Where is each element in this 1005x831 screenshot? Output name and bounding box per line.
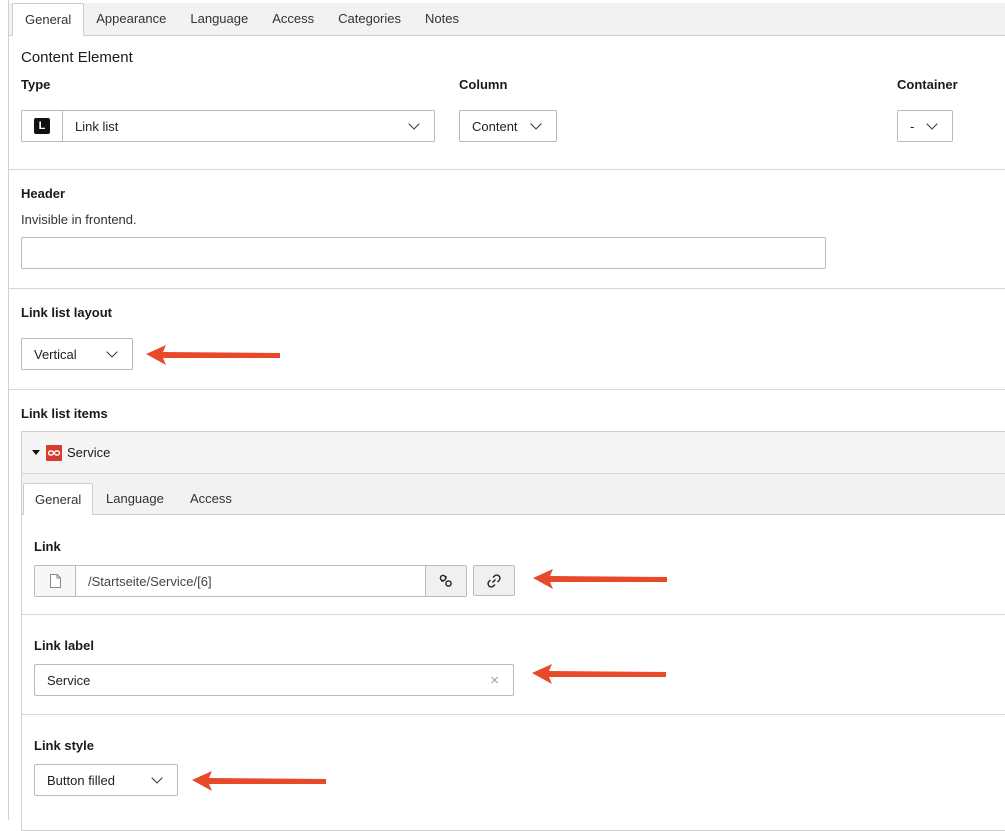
record-tab-general[interactable]: General xyxy=(23,483,94,516)
link-icon xyxy=(487,573,501,588)
section-title: Content Element xyxy=(21,49,133,66)
tab-general[interactable]: General xyxy=(12,3,85,36)
divider xyxy=(9,169,1005,170)
content-element-form: General Appearance Language Access Categ… xyxy=(8,0,1005,831)
chevron-down-icon xyxy=(530,118,542,130)
link-label-input[interactable]: Service × xyxy=(34,664,514,696)
type-label: Type xyxy=(21,77,51,92)
chevron-down-icon xyxy=(106,346,118,358)
link-style-label: Link style xyxy=(34,738,94,753)
container-label: Container xyxy=(897,77,958,92)
link-list-layout-value: Vertical xyxy=(34,346,77,362)
unlink-icon xyxy=(439,574,452,587)
inline-record: Service General Language Access Link /St… xyxy=(21,431,1005,831)
link-list-icon: L xyxy=(34,118,50,134)
link-field[interactable]: /Startseite/Service/[6] xyxy=(34,565,467,597)
record-tab-access[interactable]: Access xyxy=(179,483,243,515)
header-description: Invisible in frontend. xyxy=(21,212,137,227)
record-tab-language[interactable]: Language xyxy=(95,483,175,515)
main-tabs: General Appearance Language Access Categ… xyxy=(9,3,1005,36)
page-icon xyxy=(49,574,61,588)
column-label: Column xyxy=(459,77,508,92)
arrow-annotation xyxy=(146,345,280,365)
divider xyxy=(9,288,1005,289)
container-value: - xyxy=(910,118,915,134)
type-icon-box: L xyxy=(22,111,63,141)
tab-access[interactable]: Access xyxy=(260,3,326,35)
page-icon-box xyxy=(35,566,76,596)
record-header[interactable]: Service xyxy=(22,432,1005,474)
link-record-icon xyxy=(46,445,62,461)
type-select[interactable]: L Link list xyxy=(21,110,435,142)
type-value: Link list xyxy=(75,118,119,134)
record-title: Service xyxy=(67,445,111,460)
link-list-items-label: Link list items xyxy=(21,406,108,421)
link-label-label: Link label xyxy=(34,638,94,653)
divider xyxy=(22,714,1005,715)
tab-language[interactable]: Language xyxy=(178,3,260,35)
divider xyxy=(9,389,1005,390)
chevron-down-icon xyxy=(151,772,163,784)
link-label-value: Service xyxy=(47,672,91,688)
caret-down-icon[interactable] xyxy=(32,450,40,456)
link-style-value: Button filled xyxy=(47,772,115,788)
column-value: Content xyxy=(472,118,518,134)
record-body: Link /Startseite/Service/[6] Link label … xyxy=(22,515,1005,830)
link-value: /Startseite/Service/[6] xyxy=(88,573,212,589)
chevron-down-icon xyxy=(408,118,420,130)
header-input[interactable] xyxy=(21,237,826,269)
arrow-annotation xyxy=(192,771,326,791)
link-browser-button[interactable] xyxy=(473,565,515,596)
tab-appearance[interactable]: Appearance xyxy=(84,3,178,35)
link-label: Link xyxy=(34,539,61,554)
column-select[interactable]: Content xyxy=(459,110,557,142)
container-select[interactable]: - xyxy=(897,110,953,142)
tab-notes[interactable]: Notes xyxy=(413,3,471,35)
chevron-down-icon xyxy=(926,118,938,130)
unlink-button[interactable] xyxy=(425,566,466,596)
tab-categories[interactable]: Categories xyxy=(326,3,413,35)
arrow-annotation xyxy=(533,569,667,589)
divider xyxy=(22,614,1005,615)
record-tabs: General Language Access xyxy=(22,474,1005,516)
arrow-annotation xyxy=(532,664,666,684)
link-style-select[interactable]: Button filled xyxy=(34,764,178,796)
clear-icon[interactable]: × xyxy=(490,672,499,689)
header-label: Header xyxy=(21,186,66,201)
link-list-layout-label: Link list layout xyxy=(21,305,113,320)
link-list-layout-select[interactable]: Vertical xyxy=(21,338,133,370)
